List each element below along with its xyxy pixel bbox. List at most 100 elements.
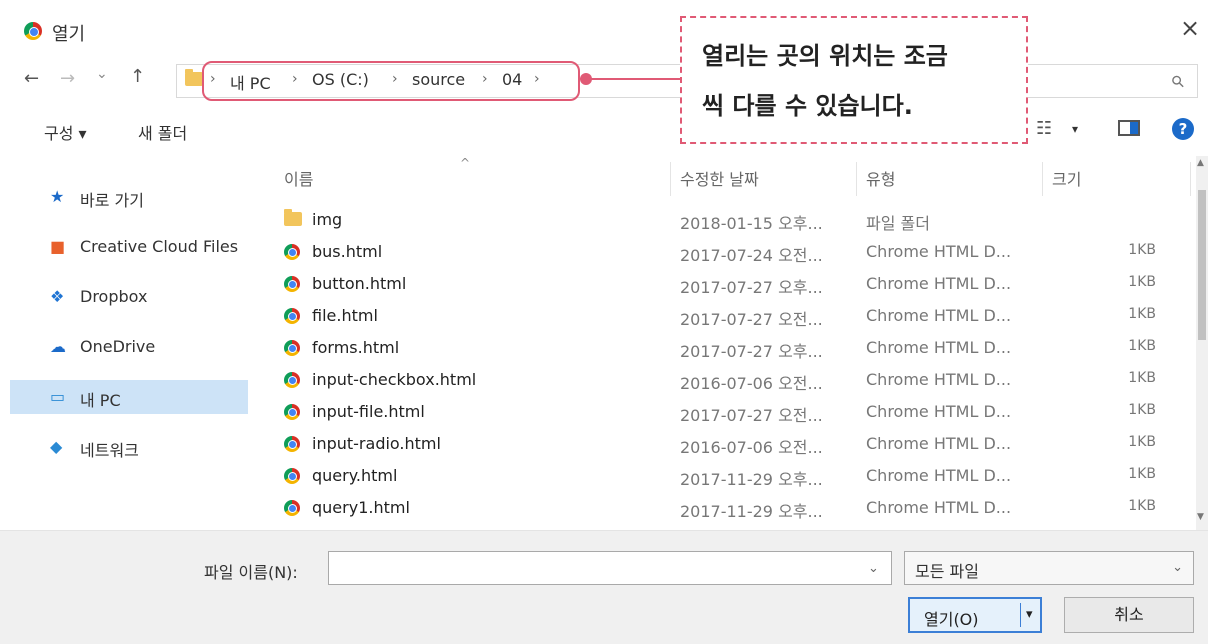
file-type: Chrome HTML D... bbox=[866, 498, 1012, 517]
file-row[interactable]: forms.html 2017-07-27 오후... Chrome HTML D.… bbox=[270, 332, 1196, 364]
column-divider[interactable] bbox=[1042, 162, 1043, 196]
cancel-button[interactable]: 취소 bbox=[1064, 597, 1194, 633]
file-name: query.html bbox=[312, 466, 398, 485]
creative-cloud-icon: ■ bbox=[50, 237, 66, 256]
callout-dot bbox=[580, 73, 592, 85]
folder-icon bbox=[185, 69, 203, 86]
file-row[interactable]: file.html 2017-07-27 오전... Chrome HTML D..… bbox=[270, 300, 1196, 332]
new-folder-button[interactable]: 새 폴더 bbox=[138, 120, 187, 144]
file-size: 1KB bbox=[1128, 498, 1156, 514]
file-name: img bbox=[312, 210, 343, 229]
file-list: 이름 ^ 수정한 날짜 유형 크기 img 2018-01-15 오후... 파일 … bbox=[270, 156, 1196, 530]
sidebar-item-label: 내 PC bbox=[80, 391, 121, 410]
file-modified-date: 2017-11-29 오후... bbox=[680, 470, 823, 489]
help-icon[interactable]: ? bbox=[1172, 118, 1194, 140]
file-size: 1KB bbox=[1128, 274, 1156, 290]
column-header-modified[interactable]: 수정한 날짜 bbox=[680, 166, 759, 190]
file-size: 1KB bbox=[1128, 306, 1156, 322]
onedrive-icon: ☁ bbox=[50, 337, 66, 356]
file-size: 1KB bbox=[1128, 338, 1156, 354]
file-name: input-file.html bbox=[312, 402, 425, 421]
network-icon: ◆ bbox=[50, 437, 63, 456]
organize-button[interactable]: 구성 ▾ bbox=[44, 120, 87, 144]
column-divider[interactable] bbox=[856, 162, 857, 196]
scroll-thumb[interactable] bbox=[1198, 190, 1206, 340]
back-arrow-icon[interactable]: ← bbox=[24, 68, 39, 89]
window-title: 열기 bbox=[52, 24, 86, 45]
sidebar-item[interactable]: ■ Creative Cloud Files bbox=[10, 230, 248, 264]
file-modified-date: 2017-07-27 오전... bbox=[680, 406, 823, 425]
file-size: 1KB bbox=[1128, 434, 1156, 450]
sidebar-item[interactable]: ▭ 내 PC bbox=[10, 380, 248, 414]
sidebar-item[interactable]: ★ 바로 가기 bbox=[10, 180, 248, 214]
file-row[interactable]: input-radio.html 2016-07-06 오전... Chrome H… bbox=[270, 428, 1196, 460]
close-button[interactable]: × bbox=[1180, 16, 1200, 40]
scroll-down-icon[interactable]: ▼ bbox=[1197, 512, 1204, 522]
file-type: Chrome HTML D... bbox=[866, 370, 1012, 389]
file-size: 1KB bbox=[1128, 242, 1156, 258]
file-type-filter[interactable]: 모든 파일 ⌄ bbox=[904, 551, 1194, 585]
file-row[interactable]: img 2018-01-15 오후... 파일 폴더 bbox=[270, 204, 1196, 236]
file-modified-date: 2016-07-06 오전... bbox=[680, 438, 823, 457]
file-row[interactable]: query.html 2017-11-29 오후... Chrome HTML D.… bbox=[270, 460, 1196, 492]
filename-history-caret[interactable]: ⌄ bbox=[868, 561, 879, 576]
open-options-caret[interactable]: ▾ bbox=[1026, 607, 1033, 622]
file-type: Chrome HTML D... bbox=[866, 466, 1012, 485]
open-button[interactable]: 열기(O) ▾ bbox=[908, 597, 1042, 633]
file-name: file.html bbox=[312, 306, 378, 325]
file-type: Chrome HTML D... bbox=[866, 402, 1012, 421]
column-header-name[interactable]: 이름 bbox=[284, 166, 313, 190]
forward-arrow-icon[interactable]: → bbox=[60, 68, 75, 89]
sidebar-item[interactable]: ☁ OneDrive bbox=[10, 330, 248, 364]
callout-box: 열리는 곳의 위치는 조금 씩 다를 수 있습니다. bbox=[680, 16, 1028, 144]
file-modified-date: 2016-07-06 오전... bbox=[680, 374, 823, 393]
computer-icon: ▭ bbox=[50, 387, 66, 406]
sidebar-item-label: Creative Cloud Files bbox=[80, 237, 239, 256]
dropbox-icon: ❖ bbox=[50, 287, 65, 306]
open-button-split bbox=[1020, 603, 1021, 627]
scroll-up-icon[interactable]: ▲ bbox=[1197, 158, 1204, 168]
column-header-size[interactable]: 크기 bbox=[1052, 166, 1081, 190]
chrome-html-icon bbox=[284, 500, 300, 516]
sidebar-item[interactable]: ❖ Dropbox bbox=[10, 280, 248, 314]
view-dropdown-caret[interactable]: ▾ bbox=[1072, 122, 1078, 136]
file-modified-date: 2017-07-27 오후... bbox=[680, 278, 823, 297]
breadcrumb-highlight bbox=[202, 61, 580, 101]
file-type: Chrome HTML D... bbox=[866, 338, 1012, 357]
file-row[interactable]: input-file.html 2017-07-27 오전... Chrome HT… bbox=[270, 396, 1196, 428]
file-modified-date: 2017-07-27 오후... bbox=[680, 342, 823, 361]
sidebar-item[interactable]: ◆ 네트워크 bbox=[10, 430, 248, 464]
chevron-down-icon: ⌄ bbox=[1172, 560, 1183, 575]
file-name: bus.html bbox=[312, 242, 383, 261]
up-arrow-icon[interactable]: ↑ bbox=[130, 66, 145, 87]
column-header-type[interactable]: 유형 bbox=[866, 166, 895, 190]
preview-pane-icon[interactable] bbox=[1118, 120, 1140, 136]
chrome-html-icon bbox=[284, 340, 300, 356]
folder-icon bbox=[284, 209, 302, 226]
file-type-filter-value: 모든 파일 bbox=[915, 562, 979, 581]
view-options-icon[interactable]: ☷ bbox=[1036, 118, 1052, 139]
file-modified-date: 2017-11-29 오후... bbox=[680, 502, 823, 521]
file-row[interactable]: query1.html 2017-11-29 오후... Chrome HTML D… bbox=[270, 492, 1196, 524]
filename-input[interactable] bbox=[328, 551, 892, 585]
file-modified-date: 2017-07-24 오전... bbox=[680, 246, 823, 265]
pin-icon: ★ bbox=[50, 187, 65, 206]
callout-text-line-2: 씩 다를 수 있습니다. bbox=[702, 92, 913, 120]
chrome-html-icon bbox=[284, 308, 300, 324]
sidebar-item-label: OneDrive bbox=[80, 337, 156, 356]
file-row[interactable]: button.html 2017-07-27 오후... Chrome HTML D… bbox=[270, 268, 1196, 300]
column-divider[interactable] bbox=[670, 162, 671, 196]
column-divider[interactable] bbox=[1190, 162, 1191, 196]
sort-ascending-icon: ^ bbox=[460, 156, 471, 170]
navigation-pane: ★ 바로 가기 ■ Creative Cloud Files ❖ Dropbox ☁ OneD… bbox=[0, 156, 260, 530]
file-name: query1.html bbox=[312, 498, 410, 517]
file-row[interactable]: input-checkbox.html 2016-07-06 오전... Chrom… bbox=[270, 364, 1196, 396]
vertical-scrollbar[interactable]: ▲ ▼ bbox=[1196, 156, 1208, 530]
file-size: 1KB bbox=[1128, 466, 1156, 482]
file-open-dialog: 열기 × ← → ⌄ ↑ › 내 PC › OS (C:) › source ›… bbox=[0, 0, 1208, 644]
file-modified-date: 2018-01-15 오후... bbox=[680, 214, 823, 233]
chrome-app-icon bbox=[24, 22, 42, 40]
file-row[interactable]: bus.html 2017-07-24 오전... Chrome HTML D...… bbox=[270, 236, 1196, 268]
recent-locations-icon[interactable]: ⌄ bbox=[96, 66, 108, 82]
file-type: Chrome HTML D... bbox=[866, 242, 1012, 261]
